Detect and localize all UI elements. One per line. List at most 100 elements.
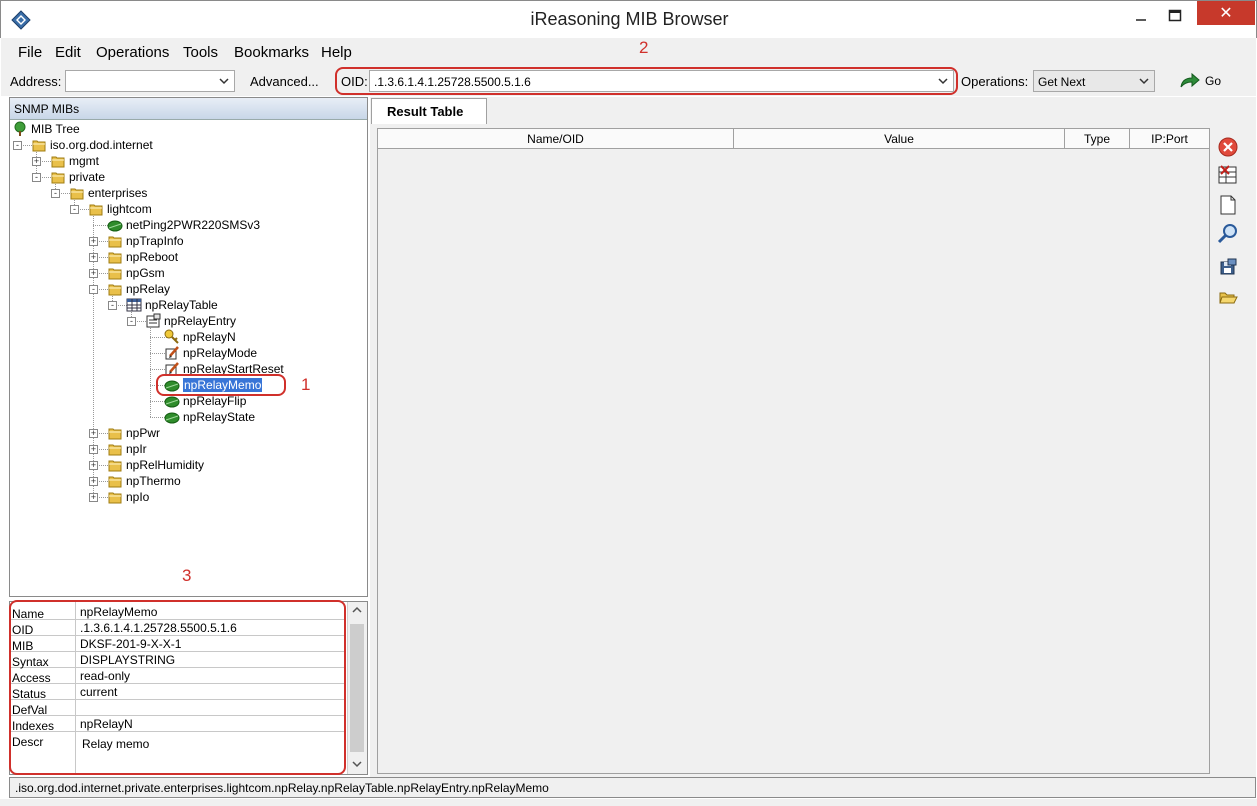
tree-node-label: npRelayEntry [164, 314, 237, 328]
close-button[interactable]: ✕ [1197, 1, 1255, 25]
expand-icon[interactable]: + [89, 445, 98, 454]
collapse-icon[interactable]: - [127, 317, 136, 326]
chevron-down-icon [219, 78, 229, 85]
folder-icon [107, 441, 123, 457]
tree-node-mgmt[interactable]: mgmt [50, 153, 99, 169]
scroll-up-icon[interactable] [352, 606, 362, 614]
column-value[interactable]: Value [734, 129, 1065, 148]
tree-node-label: private [69, 170, 106, 184]
menu-help[interactable]: Help [321, 44, 352, 61]
tree-node-label: MIB Tree [31, 122, 80, 136]
tree-node-nprelhumidity[interactable]: npRelHumidity [107, 457, 204, 473]
leaf-icon [164, 409, 180, 425]
tab-result-table[interactable]: Result Table [371, 98, 487, 124]
tree-node-label: enterprises [88, 186, 148, 200]
folder-icon [107, 473, 123, 489]
tree-node-nprelaystate[interactable]: npRelayState [164, 409, 255, 425]
tree-node-label: npRelayTable [145, 298, 218, 312]
expand-icon[interactable]: + [89, 429, 98, 438]
advanced-button[interactable]: Advanced... [250, 74, 319, 89]
oid-combo[interactable]: .1.3.6.1.4.1.25728.5500.5.1.6 [369, 70, 954, 92]
expand-icon[interactable]: + [89, 237, 98, 246]
expand-icon[interactable]: + [89, 269, 98, 278]
scroll-down-icon[interactable] [352, 760, 362, 768]
column-name-oid[interactable]: Name/OID [378, 129, 734, 148]
tree-node-label: mgmt [69, 154, 99, 168]
annotation-marker-2: 2 [639, 38, 649, 57]
scroll-thumb[interactable] [350, 624, 364, 752]
tree-node-netping2pwr220smsv3[interactable]: netPing2PWR220SMSv3 [107, 217, 260, 233]
open-folder-icon[interactable] [1217, 286, 1239, 308]
tree-node-npreboot[interactable]: npReboot [107, 249, 178, 265]
collapse-icon[interactable]: - [13, 141, 22, 150]
close-icon: ✕ [1219, 5, 1233, 22]
tree-node-nprelaymode[interactable]: npRelayMode [164, 345, 257, 361]
menu-tools[interactable]: Tools [183, 44, 218, 61]
stop-icon[interactable] [1217, 136, 1239, 158]
mib-tree: MIB Tree - iso.org.dod.internet + mgmt - priva… [10, 121, 367, 596]
folder-icon [69, 185, 85, 201]
address-combo[interactable] [65, 70, 235, 92]
leaf-icon [164, 393, 180, 409]
clear-table-icon[interactable] [1217, 164, 1239, 186]
oid-value: .1.3.6.1.4.1.25728.5500.5.1.6 [374, 75, 531, 89]
expand-icon[interactable]: + [89, 253, 98, 262]
tree-node-nprelayentry[interactable]: npRelayEntry [145, 313, 236, 329]
new-document-icon[interactable] [1217, 194, 1239, 216]
title-bar: iReasoning MIB Browser ✕ [0, 0, 1257, 38]
folder-icon [107, 489, 123, 505]
tree-node-iso.org.dod.internet[interactable]: iso.org.dod.internet [31, 137, 153, 153]
tree-node-label: npIo [126, 490, 150, 504]
column-ip-port[interactable]: IP:Port [1130, 129, 1209, 148]
folder-icon [50, 169, 66, 185]
annotation-marker-1: 1 [301, 375, 311, 394]
operations-label: Operations: [961, 74, 1029, 89]
operations-select[interactable]: Get Next [1033, 70, 1155, 92]
key-icon [164, 329, 180, 345]
tree-node-npthermo[interactable]: npThermo [107, 473, 181, 489]
menu-edit[interactable]: Edit [55, 44, 81, 61]
folder-icon [107, 265, 123, 281]
tree-node-nppwr[interactable]: npPwr [107, 425, 160, 441]
result-table: Name/OID Value Type IP:Port [377, 128, 1210, 774]
expand-icon[interactable]: + [89, 477, 98, 486]
tree-node-npio[interactable]: npIo [107, 489, 149, 505]
folder-icon [107, 457, 123, 473]
window-bottom-edge [0, 799, 1257, 806]
folder-icon [107, 249, 123, 265]
tree-node-enterprises[interactable]: enterprises [69, 185, 147, 201]
tree-node-nprelayn[interactable]: npRelayN [164, 329, 236, 345]
collapse-icon[interactable]: - [89, 285, 98, 294]
collapse-icon[interactable]: - [51, 189, 60, 198]
folder-icon [107, 233, 123, 249]
snmp-mibs-header: SNMP MIBs [10, 98, 367, 120]
tree-node-private[interactable]: private [50, 169, 105, 185]
menu-bar: File Edit Operations Tools Bookmarks Hel… [1, 38, 1256, 66]
menu-bookmarks[interactable]: Bookmarks [234, 44, 309, 61]
tree-node-nprelay[interactable]: npRelay [107, 281, 170, 297]
save-icon[interactable] [1217, 256, 1239, 278]
search-icon[interactable] [1217, 223, 1239, 245]
tree-node-label: npThermo [126, 474, 181, 488]
tree-node-lightcom[interactable]: lightcom [88, 201, 152, 217]
expand-icon[interactable]: + [89, 461, 98, 470]
tree-node-nprelayflip[interactable]: npRelayFlip [164, 393, 246, 409]
tree-node-nptrapinfo[interactable]: npTrapInfo [107, 233, 184, 249]
expand-icon[interactable]: + [89, 493, 98, 502]
column-type[interactable]: Type [1065, 129, 1130, 148]
tree-node-nprelaytable[interactable]: npRelayTable [126, 297, 218, 313]
menu-file[interactable]: File [18, 44, 42, 61]
maximize-button[interactable] [1152, 1, 1198, 31]
collapse-icon[interactable]: - [108, 301, 117, 310]
collapse-icon[interactable]: - [70, 205, 79, 214]
tree-node-mib tree[interactable]: MIB Tree [12, 121, 80, 137]
tree-node-label: npRelHumidity [126, 458, 205, 472]
menu-operations[interactable]: Operations [96, 44, 169, 61]
tree-node-npir[interactable]: npIr [107, 441, 147, 457]
go-button[interactable]: Go [1179, 71, 1223, 91]
table-icon [126, 297, 142, 313]
collapse-icon[interactable]: - [32, 173, 41, 182]
tree-node-label: npRelay [126, 282, 171, 296]
expand-icon[interactable]: + [32, 157, 41, 166]
tree-node-npgsm[interactable]: npGsm [107, 265, 165, 281]
